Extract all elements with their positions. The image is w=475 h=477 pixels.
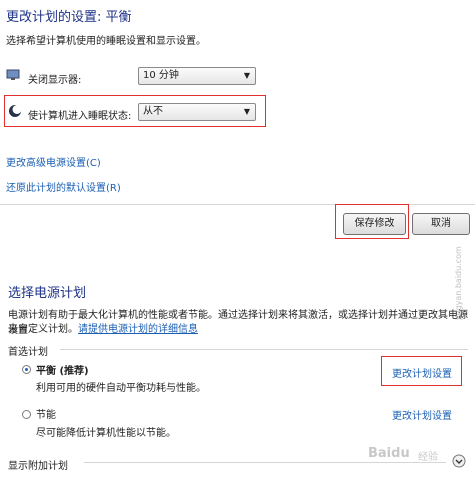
divider bbox=[60, 349, 468, 350]
chevron-down-icon: ▼ bbox=[243, 107, 250, 116]
plan-power-saver-radio[interactable] bbox=[22, 410, 31, 419]
plan-power-saver-change-link[interactable]: 更改计划设置 bbox=[392, 407, 452, 422]
expand-chevron-icon[interactable] bbox=[452, 454, 466, 468]
plan-balanced-radio[interactable] bbox=[22, 365, 31, 374]
moon-icon bbox=[8, 104, 22, 118]
plans-title: 选择电源计划 bbox=[8, 286, 87, 301]
display-off-label: 关闭显示器: bbox=[28, 75, 82, 86]
monitor-icon bbox=[6, 69, 20, 80]
display-off-select[interactable]: 10 分钟 ▼ bbox=[138, 67, 256, 85]
save-changes-button[interactable]: 保存修改 bbox=[343, 213, 406, 235]
plan-balanced-name: 平衡 (推荐) bbox=[36, 366, 89, 377]
chevron-down-icon: ▼ bbox=[243, 71, 250, 80]
sleep-select[interactable]: 从不 ▼ bbox=[138, 103, 256, 121]
divider bbox=[84, 462, 446, 463]
plan-balanced-desc: 利用可用的硬件自动平衡功耗与性能。 bbox=[36, 383, 206, 394]
sleep-label: 使计算机进入睡眠状态: bbox=[28, 111, 132, 122]
plan-power-saver-desc: 尽可能降低计算机性能以节能。 bbox=[36, 428, 176, 439]
page-subtitle: 选择希望计算机使用的睡眠设置和显示设置。 bbox=[6, 36, 206, 47]
baidu-watermark-sub: 经验 bbox=[418, 452, 438, 463]
plan-balanced-change-link[interactable]: 更改计划设置 bbox=[392, 365, 452, 380]
sleep-value: 从不 bbox=[143, 106, 163, 117]
restore-defaults-link[interactable]: 还原此计划的默认设置(R) bbox=[6, 179, 121, 194]
show-additional-plans-label[interactable]: 显示附加计划 bbox=[8, 457, 68, 472]
plans-desc-line2: 来自定义计划。请提供电源计划的详细信息 bbox=[8, 320, 198, 335]
plan-details-link[interactable]: 请提供电源计划的详细信息 bbox=[78, 324, 198, 335]
advanced-power-settings-link[interactable]: 更改高级电源设置(C) bbox=[6, 154, 101, 169]
display-off-value: 10 分钟 bbox=[143, 70, 179, 81]
plans-desc-prefix: 来自定义计划。 bbox=[8, 324, 78, 335]
plan-power-saver-name: 节能 bbox=[36, 410, 56, 421]
preferred-plans-label: 首选计划 bbox=[8, 347, 48, 358]
baidu-watermark: Baidu bbox=[368, 446, 410, 461]
page-title: 更改计划的设置: 平衡 bbox=[6, 10, 132, 25]
cancel-button[interactable]: 取消 bbox=[412, 213, 470, 235]
